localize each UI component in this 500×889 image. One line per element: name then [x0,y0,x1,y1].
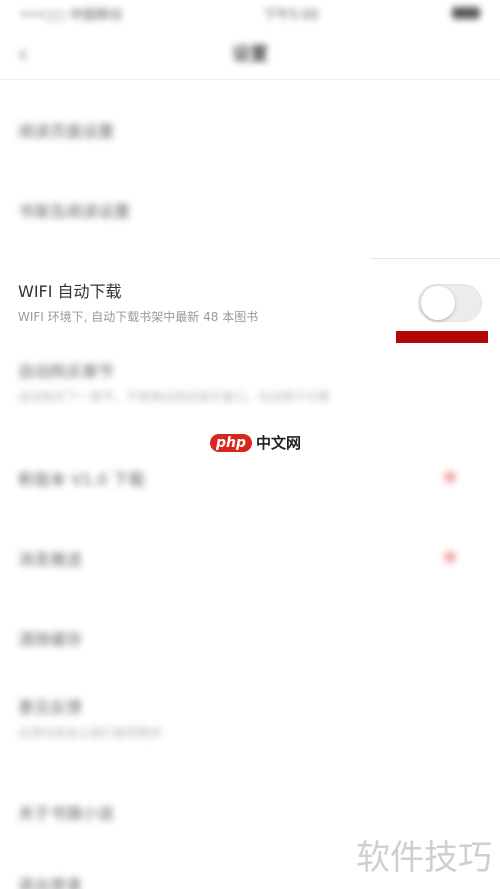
setting-row-wifi-download: WIFI 自动下载 WIFI 环境下, 自动下载书架中最新 48 本图书 [0,262,500,342]
setting-row-bookshelf[interactable]: 书架及阅读设置 [0,198,500,222]
status-bar: •••○○ 中国移动 下午5:00 [0,0,500,26]
php-logo: php [210,433,253,452]
toggle-knob [421,286,455,320]
page-title: 设置 [232,43,268,65]
row-title: 关于书旗小说 [18,804,115,823]
new-version-badge [444,471,456,483]
row-title: 消息推送 [18,550,83,569]
row-title: 书架及阅读设置 [18,202,131,221]
clock: 下午5:00 [263,7,319,23]
setting-row-clear-cache[interactable]: 清除缓存 [0,626,500,650]
setting-row-push[interactable]: 消息推送 [0,546,500,570]
carrier-label: •••○○ 中国移动 [20,7,122,23]
row-title: 新版本 V1.0 下载 [18,470,145,489]
row-subtitle: 自动购买下一章节，不再弹出购买提示窗口，仅适用于付费 [18,390,331,404]
divider [370,258,500,259]
setting-row-reading-page[interactable]: 阅读页面设置 [0,118,500,142]
wifi-download-toggle[interactable] [418,284,482,322]
setting-row-auto-purchase[interactable]: 自动购买章节 自动购买下一章节，不再弹出购买提示窗口，仅适用于付费 [0,358,500,405]
wifi-download-subtitle: WIFI 环境下, 自动下载书架中最新 48 本图书 [18,310,259,324]
setting-row-new-version[interactable]: 新版本 V1.0 下载 [0,466,500,490]
highlight-marker [396,331,488,343]
site-name: 中文网 [256,434,302,452]
row-title: 阅读页面设置 [18,122,115,141]
setting-row-feedback[interactable]: 意见反馈 反馈内容会让我们做得更好 [0,694,500,741]
row-title: 清除缓存 [18,630,83,649]
watermark-php: php 中文网 [210,432,301,453]
row-title: 自动购买章节 [18,362,115,381]
setting-row-about[interactable]: 关于书旗小说 [0,800,500,824]
nav-bar: ‹ 设置 [0,26,500,80]
back-icon[interactable]: ‹ [18,40,28,68]
wifi-download-title: WIFI 自动下载 [18,282,122,301]
row-subtitle: 反馈内容会让我们做得更好 [18,726,163,740]
push-badge [444,551,456,563]
battery-icon [452,7,480,19]
row-title: 意见反馈 [18,698,83,717]
watermark-text: 软件技巧 [356,838,492,878]
